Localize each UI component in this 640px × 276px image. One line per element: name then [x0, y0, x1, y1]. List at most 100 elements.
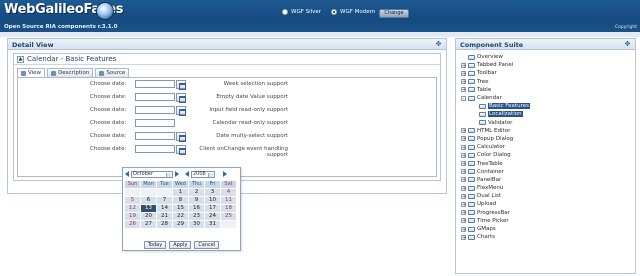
calendar-day[interactable]: 14: [157, 205, 172, 212]
change-theme-button[interactable]: Change: [379, 9, 409, 18]
calendar-day[interactable]: 22: [173, 213, 188, 220]
collapse-icon[interactable]: ▲: [17, 55, 24, 63]
calendar-day[interactable]: 1: [173, 189, 188, 196]
prev-month-icon[interactable]: [125, 171, 129, 177]
date-input[interactable]: [135, 145, 175, 153]
expand-icon[interactable]: +: [461, 161, 466, 167]
expand-icon[interactable]: +: [461, 218, 466, 224]
calendar-day[interactable]: 29: [173, 221, 188, 228]
calendar-day[interactable]: 20: [141, 213, 156, 220]
theme-modern-radio[interactable]: [331, 9, 337, 15]
date-input[interactable]: [135, 93, 175, 101]
expand-icon[interactable]: +: [461, 79, 466, 85]
tree-node[interactable]: + TreeTable: [461, 159, 631, 167]
tree-node[interactable]: + Upload: [461, 200, 631, 208]
next-year-icon[interactable]: [223, 171, 227, 177]
tree-node[interactable]: + Toolbar: [461, 69, 631, 77]
calendar-day[interactable]: 30: [189, 221, 204, 228]
calendar-day[interactable]: 9: [189, 197, 204, 204]
tree-node[interactable]: + Dual List: [461, 192, 631, 200]
tree-node[interactable]: Basic Features: [461, 102, 631, 110]
tree-node[interactable]: + GMaps: [461, 225, 631, 233]
expand-icon[interactable]: +: [461, 226, 466, 232]
tab-source[interactable]: Source: [95, 68, 130, 77]
tree-node[interactable]: + Container: [461, 168, 631, 176]
calendar-day[interactable]: 4: [221, 189, 236, 196]
expand-icon[interactable]: +: [461, 144, 466, 150]
calendar-day[interactable]: 15: [173, 205, 188, 212]
tree-node[interactable]: + PanelBar: [461, 176, 631, 184]
tab-view[interactable]: View: [17, 68, 46, 77]
tree-node[interactable]: + Color Dialog: [461, 151, 631, 159]
calendar-day[interactable]: 12: [125, 205, 140, 212]
calendar-icon[interactable]: [176, 80, 186, 90]
tree-node[interactable]: + Time Picker: [461, 217, 631, 225]
tree-node[interactable]: + Calculator: [461, 143, 631, 151]
year-select[interactable]: 2008: [191, 170, 215, 178]
date-input[interactable]: [135, 119, 175, 127]
date-input[interactable]: [135, 106, 175, 114]
tree-node[interactable]: + Table: [461, 86, 631, 94]
calendar-day[interactable]: 16: [189, 205, 204, 212]
date-input[interactable]: [135, 80, 175, 88]
tree-node[interactable]: + Tree: [461, 78, 631, 86]
calendar-day[interactable]: 17: [205, 205, 220, 212]
expand-icon[interactable]: +: [461, 128, 466, 134]
expand-icon[interactable]: +: [461, 193, 466, 199]
tab-description[interactable]: Description: [47, 68, 94, 77]
calendar-day[interactable]: 23: [189, 213, 204, 220]
calendar-day[interactable]: 21: [157, 213, 172, 220]
expand-icon[interactable]: +: [461, 62, 466, 68]
date-input[interactable]: [135, 132, 175, 140]
tree-node[interactable]: - Calendar: [461, 94, 631, 102]
calendar-day[interactable]: 7: [157, 197, 172, 204]
calendar-day[interactable]: 2: [189, 189, 204, 196]
move-icon[interactable]: ✥: [435, 41, 442, 48]
tree-node[interactable]: + FlexMenu: [461, 184, 631, 192]
calendar-day[interactable]: 8: [173, 197, 188, 204]
expand-icon[interactable]: +: [461, 201, 466, 207]
calendar-day[interactable]: 31: [205, 221, 220, 228]
calendar-day[interactable]: 25: [221, 213, 236, 220]
expand-icon[interactable]: +: [461, 152, 466, 158]
tree-node[interactable]: Localization: [461, 110, 631, 118]
cancel-button[interactable]: Cancel: [194, 241, 220, 249]
calendar-icon[interactable]: [176, 132, 186, 142]
theme-option-silver[interactable]: WGF Silver: [282, 9, 321, 15]
calendar-day[interactable]: 6: [141, 197, 156, 204]
calendar-day[interactable]: 26: [125, 221, 140, 228]
tree-node[interactable]: + ProgressBar: [461, 209, 631, 217]
today-button[interactable]: Today: [143, 241, 167, 249]
next-month-icon[interactable]: [175, 171, 179, 177]
expand-icon[interactable]: +: [461, 87, 466, 93]
copyright-link[interactable]: Copyright: [615, 25, 637, 30]
calendar-day[interactable]: 19: [125, 213, 140, 220]
tree-node[interactable]: + HTML Editor: [461, 127, 631, 135]
calendar-icon[interactable]: [176, 93, 186, 103]
expand-icon[interactable]: +: [461, 70, 466, 76]
calendar-day[interactable]: 10: [205, 197, 220, 204]
move-icon[interactable]: ✥: [624, 41, 631, 48]
tree-node[interactable]: + Charts: [461, 233, 631, 241]
tree-node[interactable]: + Popup Dialog: [461, 135, 631, 143]
theme-option-modern[interactable]: WGF Modern: [331, 9, 375, 15]
prev-year-icon[interactable]: [185, 171, 189, 177]
tree-node[interactable]: + Tabbed Panel: [461, 61, 631, 69]
calendar-icon[interactable]: [176, 106, 186, 116]
theme-silver-radio[interactable]: [282, 9, 288, 15]
tree-node[interactable]: Overview: [461, 53, 631, 61]
calendar-day[interactable]: 11: [221, 197, 236, 204]
expand-icon[interactable]: +: [461, 210, 466, 216]
apply-button[interactable]: Apply: [169, 241, 192, 249]
calendar-day[interactable]: 24: [205, 213, 220, 220]
expand-icon[interactable]: +: [461, 169, 466, 175]
tree-node[interactable]: Validator: [461, 119, 631, 127]
expand-icon[interactable]: +: [461, 234, 466, 240]
expand-icon[interactable]: +: [461, 177, 466, 183]
collapse-icon[interactable]: -: [461, 95, 466, 101]
calendar-day[interactable]: 3: [205, 189, 220, 196]
month-select[interactable]: October: [131, 170, 173, 178]
calendar-day[interactable]: 13: [141, 205, 156, 212]
calendar-day[interactable]: 5: [125, 197, 140, 204]
calendar-day[interactable]: 28: [157, 221, 172, 228]
